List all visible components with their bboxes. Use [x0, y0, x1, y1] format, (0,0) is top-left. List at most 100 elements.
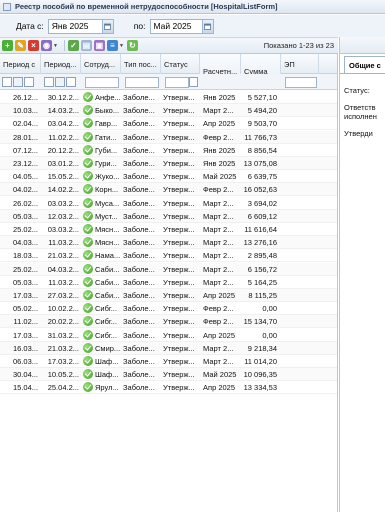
cell-sum-text: 9 503,70: [247, 119, 277, 129]
edit-icon[interactable]: ✎: [15, 40, 26, 51]
date-to-value[interactable]: Май 2025: [151, 21, 202, 31]
cell-sum-text: 13 276,16: [243, 238, 277, 248]
filter-type[interactable]: [123, 74, 159, 90]
filter-calendar-icon[interactable]: [44, 77, 54, 87]
table-row[interactable]: 16.03... 21.03.2... Смир... Заболе... Утверж…: [0, 341, 337, 355]
chevron-down-icon[interactable]: ▼: [119, 43, 124, 49]
cell-period-from-text: 04.03...: [12, 238, 38, 248]
table-row[interactable]: 10.03... 14.03.2... Быко... Заболе... Утверж…: [0, 104, 337, 118]
cell-calc-period: Март 2...: [201, 104, 241, 117]
cell-benefit-type: Заболе...: [121, 289, 161, 302]
table-row[interactable]: 23.12... 03.01.2... Гури... Заболе... Утверж…: [0, 157, 337, 170]
cell-period-from: 05.02...: [0, 302, 40, 315]
print-icon[interactable]: ▣: [93, 40, 105, 51]
approve-icon[interactable]: ✓: [67, 40, 79, 51]
cell-calc-period-text: Май 2025: [203, 172, 237, 182]
cell-period-to-text: 10.05.2...: [47, 370, 79, 380]
table-row[interactable]: 05.03... 12.03.2... Муст... Заболе... Утверж…: [0, 209, 337, 223]
table-row[interactable]: 30.04... 10.05.2... Шаф... Заболе... Утверж.…: [0, 368, 337, 382]
calendar-icon[interactable]: [201, 19, 213, 33]
filter-employee-input[interactable]: [85, 76, 119, 88]
cell-benefit-type: Заболе...: [121, 210, 161, 223]
cell-employee-text: Сибг...: [95, 330, 117, 340]
cell-status-text: Утверж...: [163, 172, 195, 182]
cell-benefit-type-text: Заболе...: [123, 291, 155, 300]
date-to-field[interactable]: Май 2025: [149, 18, 214, 34]
table-row[interactable]: 28.01... 11.02.2... Гати... Заболе... Утверж…: [0, 130, 337, 144]
filter-status[interactable]: [163, 74, 199, 90]
filter-calendar-icon[interactable]: [2, 77, 12, 87]
column-period-from[interactable]: Период с: [0, 54, 41, 74]
filter-period-from[interactable]: [0, 74, 35, 90]
table-row[interactable]: 04.02... 14.02.2... Корн... Заболе... Утверж…: [0, 183, 337, 197]
cell-period-from: 06.03...: [0, 355, 40, 368]
filter-calendar-icon[interactable]: [13, 77, 23, 87]
add-icon[interactable]: +: [2, 40, 13, 51]
cell-status: Утверж...: [161, 157, 201, 170]
filter-employee[interactable]: [83, 74, 119, 90]
cell-status-text: Утверж...: [163, 357, 195, 366]
cell-period-from-text: 05.02...: [12, 304, 38, 314]
cell-status-text: Утверж...: [163, 225, 195, 234]
cell-period-from: 10.03...: [0, 104, 40, 117]
cell-period-from: 02.04...: [0, 117, 40, 130]
table-row[interactable]: 18.03... 21.03.2... Нама... Заболе... Утверж…: [0, 249, 337, 263]
cell-period-to-text: 21.03.2...: [47, 251, 79, 261]
filter-period-to[interactable]: [42, 74, 77, 90]
table-row[interactable]: 05.03... 11.03.2... Саби... Заболе... Утверж…: [0, 276, 337, 289]
table-row[interactable]: 11.02... 20.02.2... Сибг... Заболе... Утверж…: [0, 315, 337, 329]
cell-period-from: 28.01...: [0, 131, 40, 144]
chevron-down-icon[interactable]: [189, 77, 198, 87]
cell-sum: 9 218,34: [241, 342, 279, 355]
column-benefit-type[interactable]: Тип пос...: [121, 54, 161, 74]
column-employee[interactable]: Сотруд...: [81, 54, 121, 74]
column-signature[interactable]: ЭП: [281, 54, 319, 74]
filter-signature[interactable]: [283, 74, 317, 90]
date-from-value[interactable]: Янв 2025: [49, 21, 102, 31]
cell-period-to-text: 03.01.2...: [47, 159, 79, 168]
table-row[interactable]: 02.04... 03.04.2... Гавр... Заболе... Утверж…: [0, 117, 337, 131]
table-row[interactable]: 15.04... 25.04.2... Ярул... Заболе... Утверж…: [0, 381, 337, 395]
cell-period-from: 15.04...: [0, 381, 40, 394]
approved-check-icon: [83, 276, 93, 287]
cell-period-from-text: 17.03...: [12, 330, 38, 340]
filter-type-input[interactable]: [125, 76, 159, 88]
table-row[interactable]: 04.05... 15.05.2... Жуко... Заболе... Утверж…: [0, 170, 337, 184]
table-row[interactable]: 25.02... 03.03.2... Мясн... Заболе... Утверж…: [0, 223, 337, 236]
table-row[interactable]: 04.03... 11.03.2... Мясн... Заболе... Утверж…: [0, 236, 337, 250]
table-row[interactable]: 06.03... 17.03.2... Шаф... Заболе... Утверж.…: [0, 355, 337, 368]
cell-status-text: Утверж...: [163, 343, 195, 353]
table-row[interactable]: 05.02... 10.02.2... Сибг... Заболе... Утверж…: [0, 302, 337, 316]
cell-benefit-type-text: Заболе...: [123, 251, 155, 261]
refresh-icon[interactable]: ↻: [126, 40, 138, 51]
filter-signature-input[interactable]: [285, 76, 317, 88]
cell-sum: 0,00: [241, 302, 279, 315]
table-row[interactable]: 17.03... 31.03.2... Сибг... Заболе... Утверж…: [0, 329, 337, 342]
filter-status-input[interactable]: [165, 76, 189, 88]
table-row[interactable]: 25.02... 04.03.2... Саби... Заболе... Утверж…: [0, 262, 337, 276]
filter-clear-icon[interactable]: [24, 77, 34, 87]
chevron-down-icon[interactable]: ▼: [53, 43, 58, 49]
export-icon[interactable]: ▤: [80, 40, 92, 51]
cell-employee: Гати...: [81, 131, 121, 144]
delete-icon[interactable]: ×: [28, 40, 39, 51]
cell-calc-period-text: Март 2...: [203, 357, 234, 366]
table-row[interactable]: 26.02... 03.03.2... Муса... Заболе... Утверж…: [0, 197, 337, 210]
table-row[interactable]: 26.12... 30.12.2... Анфе... Заболе... Утверж…: [0, 91, 337, 104]
filter-calendar-icon[interactable]: [55, 77, 65, 87]
table-row[interactable]: 07.12... 20.12.2... Губи... Заболе... Утверж…: [0, 144, 337, 157]
settings-icon[interactable]: ≡: [106, 40, 118, 51]
filter-clear-icon[interactable]: [66, 77, 76, 87]
cell-benefit-type: Заболе...: [121, 315, 161, 328]
cell-period-from-text: 02.04...: [12, 119, 38, 129]
view-icon[interactable]: ◉: [41, 40, 52, 51]
cell-period-to: 10.05.2...: [41, 368, 81, 381]
cell-period-to: 27.03.2...: [41, 289, 81, 302]
tab-general[interactable]: Общие с: [344, 56, 385, 73]
date-from-field[interactable]: Янв 2025: [47, 18, 114, 34]
table-row[interactable]: 17.03... 27.03.2... Саби... Заболе... Утверж…: [0, 289, 337, 302]
cell-sum-text: 11 766,73: [244, 132, 277, 142]
calendar-icon[interactable]: [101, 19, 113, 33]
column-status[interactable]: Статус: [161, 54, 200, 74]
column-period-to[interactable]: Период...: [41, 54, 81, 74]
